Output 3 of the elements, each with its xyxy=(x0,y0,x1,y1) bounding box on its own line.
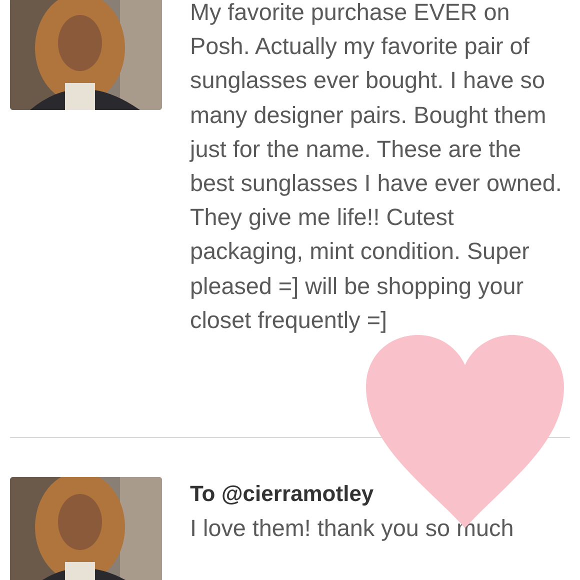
comment-text: I love them! thank you so much xyxy=(190,514,515,544)
comment-recipient: To @cierramotley xyxy=(190,480,375,508)
comment-text: My favorite purchase EVER on Posh. Actually my favorite pair of sunglasses ever bought. I have so many designer pairs. Bought them just for the name. These are the best sunglasses I have ever owned. They give me life!! Cutest packaging, mint condition. Super pleased =] will be shopping your closet frequently =] xyxy=(190,0,563,335)
